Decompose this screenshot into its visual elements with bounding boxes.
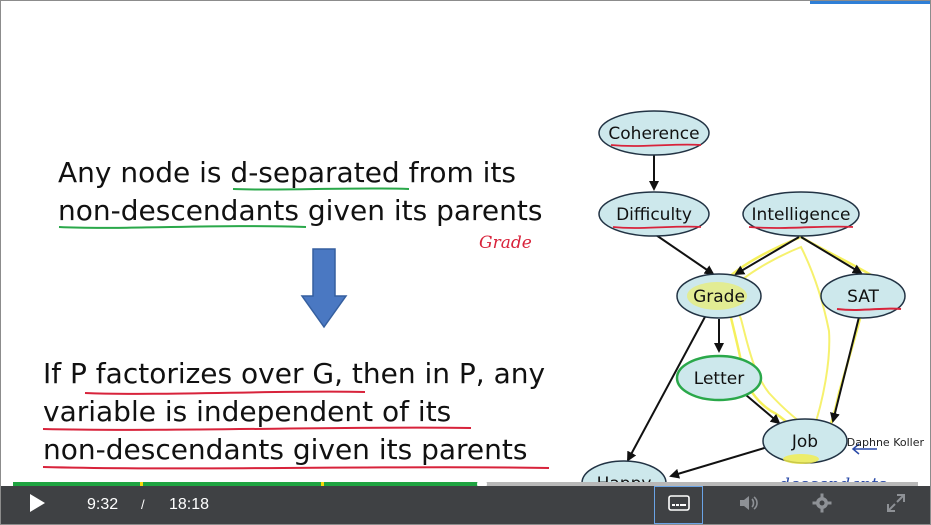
node-label-letter: Letter xyxy=(694,369,744,389)
node-label-coherence: Coherence xyxy=(608,124,699,144)
term-d-separated: d-separated xyxy=(230,156,400,189)
term-non-descendants: non-descendants xyxy=(58,194,299,227)
edge-intelligence-grade xyxy=(734,236,800,276)
node-label-job: Job xyxy=(791,432,818,452)
player-controls: 9:32 / 18:18 xyxy=(1,486,930,524)
statement1-line2: non-descendants given its parents xyxy=(58,194,543,227)
gear-icon xyxy=(812,493,832,517)
term-factorizes: P factorizes over G xyxy=(70,357,335,390)
settings-button[interactable] xyxy=(803,486,841,524)
time-separator: / xyxy=(141,497,145,512)
node-label-sat: SAT xyxy=(847,287,879,307)
down-arrow-shape xyxy=(300,248,348,329)
current-time: 9:32 xyxy=(87,496,119,513)
video-player[interactable]: Coherence Difficulty Intelligence Grade … xyxy=(0,0,931,525)
fullscreen-button[interactable] xyxy=(879,486,913,524)
statement2-line3: non-descendants given its parents xyxy=(43,433,528,466)
duration: 18:18 xyxy=(169,496,210,513)
volume-button[interactable] xyxy=(729,486,769,524)
yellow-highlight-path-2 xyxy=(727,245,831,433)
statement2-line2: variable is independent of its xyxy=(43,395,452,428)
statement-factorization: If P factorizes over G, then in P, any v… xyxy=(43,355,545,469)
handwritten-grade-note: Grade xyxy=(479,233,532,253)
fullscreen-icon xyxy=(887,494,905,516)
author-credit: Daphne Koller xyxy=(846,436,924,449)
statement-d-separation: Any node is d-separated from its non-des… xyxy=(58,154,542,230)
volume-icon xyxy=(738,494,760,516)
node-label-difficulty: Difficulty xyxy=(616,205,692,225)
captions-icon xyxy=(667,495,690,515)
node-label-intelligence: Intelligence xyxy=(752,205,851,225)
edge-job-happy xyxy=(669,445,772,479)
statement2-line1: If P factorizes over G, then in P, any xyxy=(43,357,546,390)
edge-difficulty-grade xyxy=(655,234,715,276)
captions-button[interactable] xyxy=(654,486,703,524)
play-icon xyxy=(28,493,46,517)
lecture-slide: Coherence Difficulty Intelligence Grade … xyxy=(1,1,930,495)
statement1-line1: Any node is d-separated from its xyxy=(58,156,517,189)
edge-sat-job xyxy=(830,316,860,423)
play-button[interactable] xyxy=(19,486,55,524)
node-label-grade: Grade xyxy=(693,287,745,307)
